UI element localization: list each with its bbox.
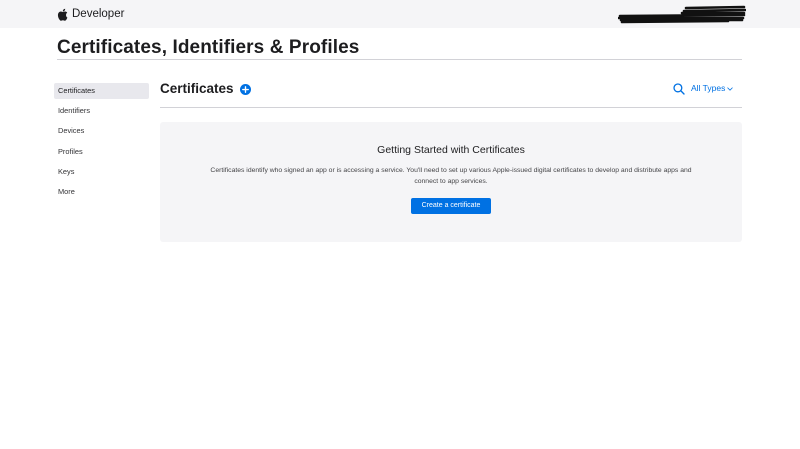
sidebar-item-certificates[interactable]: Certificates: [54, 83, 149, 99]
page-title: Certificates, Identifiers & Profiles: [57, 37, 360, 58]
type-filter-selected: All Types: [691, 83, 726, 93]
type-filter-dropdown[interactable]: All Types: [691, 83, 734, 93]
section-divider: [160, 107, 742, 108]
section-title: Certificates: [160, 81, 234, 96]
sidebar-item-more[interactable]: More: [54, 184, 149, 200]
section-header: Certificates All Types: [160, 80, 742, 100]
chevron-down-icon: [727, 86, 734, 91]
sidebar-nav: Certificates Identifiers Devices Profile…: [54, 83, 149, 204]
search-icon[interactable]: [673, 83, 685, 95]
plus-circle-icon[interactable]: [240, 84, 251, 95]
redaction-scribble: [618, 5, 746, 24]
account-menu-redacted[interactable]: [618, 4, 746, 24]
sidebar-item-identifiers[interactable]: Identifiers: [54, 103, 149, 119]
sidebar-item-keys[interactable]: Keys: [54, 164, 149, 180]
apple-logo-icon: [57, 8, 68, 21]
sidebar-item-devices[interactable]: Devices: [54, 123, 149, 139]
empty-state-card: Getting Started with Certificates Certif…: [160, 122, 742, 242]
developer-home-link[interactable]: Developer: [57, 6, 124, 22]
title-divider: [57, 59, 742, 60]
sidebar-item-profiles[interactable]: Profiles: [54, 144, 149, 160]
empty-state-title: Getting Started with Certificates: [377, 144, 525, 156]
global-nav-bar: Developer: [0, 0, 800, 28]
brand-name: Developer: [72, 8, 125, 20]
empty-state-description: Certificates identify who signed an app …: [210, 167, 692, 185]
create-certificate-button[interactable]: Create a certificate: [411, 198, 491, 214]
